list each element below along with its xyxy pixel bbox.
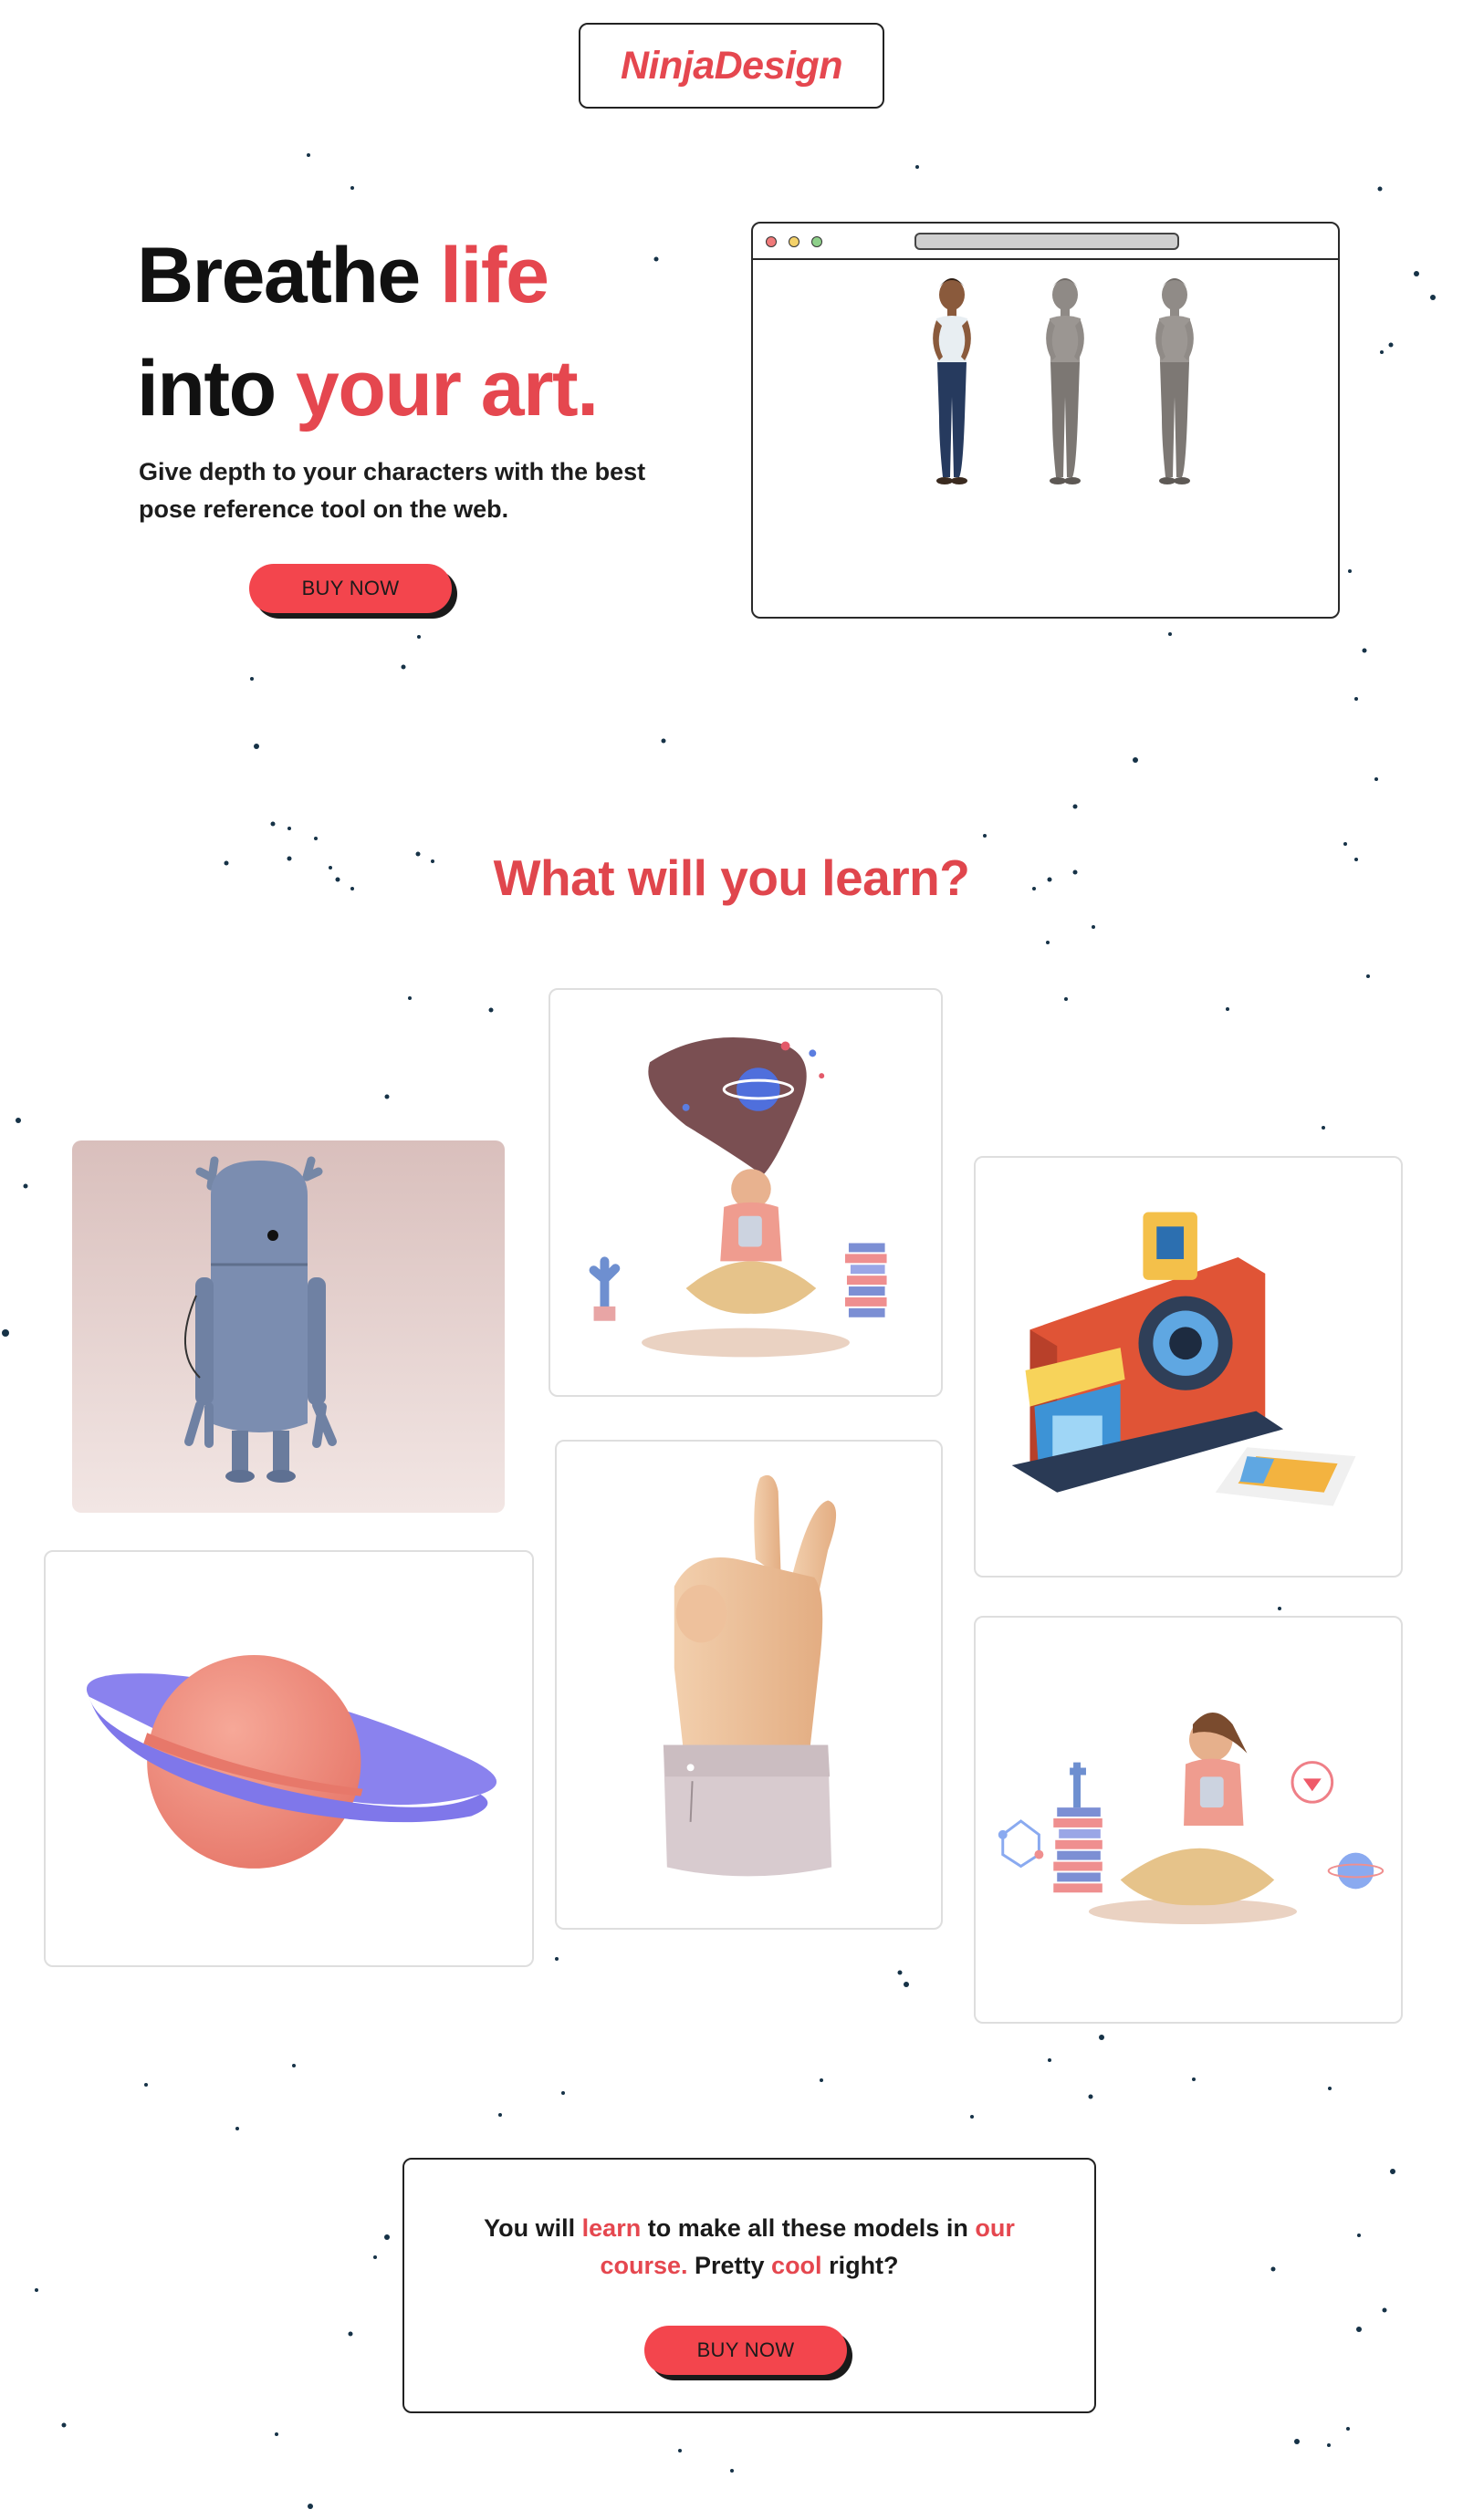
browser-preview-window bbox=[751, 222, 1340, 619]
browser-toolbar bbox=[753, 224, 1338, 260]
hero-subtitle: Give depth to your characters with the b… bbox=[139, 458, 646, 523]
girl-reading-books-3d-image bbox=[974, 1616, 1403, 2024]
ringed-planet-3d-image bbox=[44, 1550, 534, 1967]
instant-camera-shop-3d-image bbox=[974, 1156, 1403, 1578]
cta-buy-now-button[interactable]: BUY NOW bbox=[644, 2326, 847, 2375]
brand-logo: NinjaDesign bbox=[621, 43, 843, 88]
learn-section-heading: What will you learn? bbox=[493, 849, 970, 906]
cta-box: You will learn to make all these models … bbox=[402, 2158, 1096, 2413]
minimize-dot-icon bbox=[789, 236, 799, 247]
cta-text: You will learn to make all these models … bbox=[484, 2214, 1015, 2279]
peace-sign-hand-3d-image bbox=[555, 1440, 943, 1930]
address-bar bbox=[914, 233, 1179, 250]
hero-title: Breathe life into your art. bbox=[137, 219, 721, 445]
hero-buy-now-button[interactable]: BUY NOW bbox=[249, 564, 452, 613]
posed-character-figures-image bbox=[753, 260, 1338, 617]
hero-title-line1: Breathe life bbox=[137, 232, 549, 319]
girl-with-flowing-hair-3d-image bbox=[549, 988, 943, 1397]
close-dot-icon bbox=[766, 236, 777, 247]
logo-box[interactable]: NinjaDesign bbox=[579, 23, 884, 109]
robot-3d-image bbox=[72, 1140, 505, 1513]
maximize-dot-icon bbox=[811, 236, 822, 247]
hero-title-line2: into your art. bbox=[137, 345, 599, 432]
